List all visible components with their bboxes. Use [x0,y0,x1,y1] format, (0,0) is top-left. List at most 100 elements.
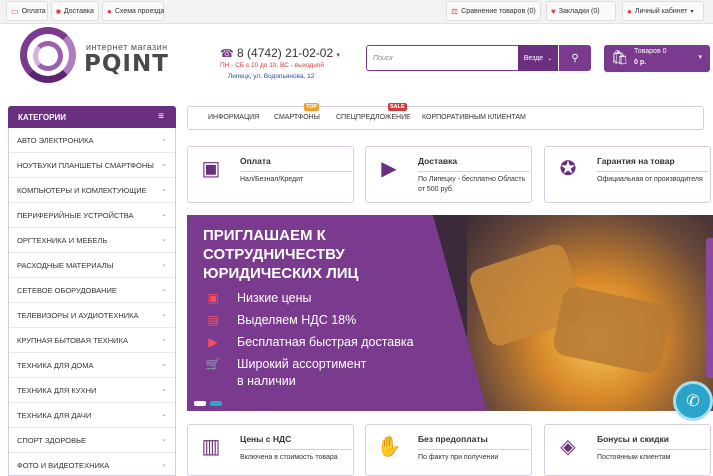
certificate-icon: ✪ [559,157,577,180]
category-item[interactable]: СЕТЕВОЕ ОБОРУДОВАНИЕ ⌄ [9,278,175,303]
feature-divider [597,449,709,450]
truck-icon: ▶ [208,335,218,349]
feature-title: Цены с НДС [240,434,292,444]
chevron-down-icon: ⌄ [161,336,167,343]
search-scope-select[interactable]: Везде ⌄ [518,45,558,71]
category-item[interactable]: ТЕЛЕВИЗОРЫ И АУДИОТЕХНИКА ⌄ [9,303,175,328]
nav-special-offer[interactable]: СПЕЦПРЕДЛОЖЕНИЕ [336,114,411,121]
category-item[interactable]: РАСХОДНЫЕ МАТЕРИАЛЫ ⌄ [9,253,175,278]
category-label: НОУТБУКИ ПЛАНШЕТЫ СМАРТФОНЫ [17,160,154,170]
categories-title: КАТЕГОРИИ [18,112,66,122]
feature-divider [418,171,530,172]
feature-vat[interactable]: ▥ Цены с НДС Включена в стоимость товара [187,424,354,476]
category-item[interactable]: НОУТБУКИ ПЛАНШЕТЫ СМАРТФОНЫ ⌄ [9,153,175,178]
feature-divider [240,171,352,172]
search-scope-label: Везде [523,54,544,62]
shopping-bag-icon: 🛍 [611,49,629,65]
feature-payment[interactable]: ▣ Оплата Нал/Безнал/Кредит [187,146,354,203]
card-icon: ▭ [11,6,19,16]
category-item[interactable]: КОМПЬЮТЕРЫ И КОМЛЕКТУЮЩИЕ ⌄ [9,178,175,203]
feature-text: Официальная от производителя [597,176,703,183]
category-label: РАСХОДНЫЕ МАТЕРИАЛЫ [17,260,114,270]
hand-card-icon: ✋ [376,435,402,458]
feature-text: Включена в стоимость товара [240,454,338,461]
cart-sum: 0 р. [634,59,647,66]
category-item[interactable]: ТЕХНИКА ДЛЯ ДАЧИ ⌄ [9,403,175,428]
category-item[interactable]: ТЕХНИКА ДЛЯ КУХНИ ⌄ [9,378,175,403]
banner-headline: ПРИГЛАШАЕМ К СОТРУДНИЧЕСТВУ ЮРИДИЧЕСКИХ … [203,227,359,282]
store-address[interactable]: Липецк, ул. Водопьянова, 12 [228,73,314,80]
banner-benefit-text: Бесплатная быстрая доставка [237,335,414,349]
compare-link[interactable]: ⚖ Сравнение товаров (0) [446,1,541,21]
sale-badge: SALE [388,103,407,111]
feature-title: Оплата [240,156,271,166]
chevron-down-icon: ⌄ [161,386,167,393]
bookmarks-label: Закладки (0) [558,7,600,15]
account-link[interactable]: ● Личный кабинет ▾ [622,1,704,21]
wallet-icon: ▣ [201,157,221,180]
category-label: ПЕРИФЕРИЙНЫЕ УСТРОЙСТВА [17,210,134,220]
slide-dot[interactable] [210,401,222,406]
feature-title: Бонусы и скидки [597,434,669,444]
banner-benefit: ▶ Бесплатная быстрая доставка [205,333,414,351]
main-nav: ИНФОРМАЦИЯ СМАРТФОНЫ TOP СПЕЦПРЕДЛОЖЕНИЕ… [187,103,704,130]
logo-text[interactable]: PQINT [84,51,169,77]
search-button[interactable]: ⚲ [559,45,591,71]
category-item[interactable]: ТЕХНИКА ДЛЯ ДОМА ⌄ [9,353,175,378]
nav-corporate[interactable]: КОРПОРАТИВНЫМ КЛИЕНТАМ [422,114,526,121]
category-item[interactable]: ПЕРИФЕРИЙНЫЕ УСТРОЙСТВА ⌄ [9,203,175,228]
feature-no-prepayment[interactable]: ✋ Без предоплаты По факту при получении [365,424,532,476]
category-item[interactable]: ФОТО И ВИДЕОТЕХНИКА ⌄ [9,453,175,476]
category-item[interactable]: ОРГТЕХНИКА И МЕБЕЛЬ ⌄ [9,228,175,253]
category-item[interactable]: АВТО ЭЛЕКТРОНИКА ⌄ [9,128,175,153]
banner-benefit-text: Выделяем НДС 18% [237,313,357,327]
chevron-down-icon: ⌄ [161,136,167,143]
feature-delivery[interactable]: ▶ Доставка По Липецку - бесплатно Област… [365,146,532,203]
directions-link-label: Схема проезда [114,7,165,15]
scales-icon: ⚖ [451,6,459,16]
category-label: ФОТО И ВИДЕОТЕХНИКА [17,460,110,470]
banner-pagination [194,398,226,408]
chevron-down-icon: ⌄ [161,311,167,318]
top-badge: TOP [304,103,320,111]
nav-info[interactable]: ИНФОРМАЦИЯ [208,114,259,121]
feature-text: По Липецку - бесплатно Область от 500 ру… [418,176,526,193]
search-icon: ⚲ [571,52,579,64]
categories-header[interactable]: КАТЕГОРИИ ≡ [8,106,176,128]
chevron-down-icon: ⌄ [161,361,167,368]
promo-banner[interactable]: ПРИГЛАШАЕМ К СОТРУДНИЧЕСТВУ ЮРИДИЧЕСКИХ … [187,215,713,411]
chevron-down-icon: ⌄ [161,436,167,443]
delivery-link[interactable]: ■ Доставка [51,1,99,21]
category-item[interactable]: СПОРТ ЗДОРОВЬЕ ⌄ [9,428,175,453]
search-bar: Поиск Везде ⌄ ⚲ [366,45,591,71]
category-item[interactable]: КРУПНАЯ БЫТОВАЯ ТЕХНИКА ⌄ [9,328,175,353]
category-label: ТЕЛЕВИЗОРЫ И АУДИОТЕХНИКА [17,310,139,320]
feature-bonuses[interactable]: ◈ Бонусы и скидки Постоянным клиентам [544,424,711,476]
side-feedback-tab[interactable] [706,238,713,378]
category-label: ТЕХНИКА ДЛЯ ДАЧИ [17,410,92,420]
user-icon: ● [627,6,632,16]
phone-number[interactable]: ☎ 8 (4742) 21-02-02 ▾ [220,46,340,60]
category-label: СЕТЕВОЕ ОБОРУДОВАНИЕ [17,285,117,295]
globe-icon: ● [107,6,112,16]
working-hours: ПН - СБ с 10 до 19, ВС - выходной [220,62,325,69]
bookmarks-link[interactable]: ♥ Закладки (0) [546,1,616,21]
category-label: ТЕХНИКА ДЛЯ ДОМА [17,360,94,370]
feature-text: Постоянным клиентам [597,454,671,461]
tag-icon: ◈ [560,435,576,458]
search-input[interactable]: Поиск [366,45,518,71]
feature-title: Доставка [418,156,458,166]
feature-warranty[interactable]: ✪ Гарантия на товар Официальная от произ… [544,146,711,203]
cart-icon: 🛒 [205,357,221,371]
payment-link[interactable]: ▭ Оплата [6,1,48,21]
chevron-down-icon: ⌄ [161,411,167,418]
directions-link[interactable]: ● Схема проезда [102,1,164,21]
category-label: СПОРТ ЗДОРОВЬЕ [17,435,87,445]
nav-smartphones[interactable]: СМАРТФОНЫ [274,114,320,121]
slide-dot-active[interactable] [194,401,206,406]
chevron-down-icon: ⌄ [161,211,167,218]
callback-button[interactable]: ✆ [673,381,713,421]
cart-button[interactable]: 🛍 Товаров 0 0 р. ▾ [604,45,710,72]
delivery-link-label: Доставка [63,7,94,15]
logo-mark-inner [33,41,63,71]
